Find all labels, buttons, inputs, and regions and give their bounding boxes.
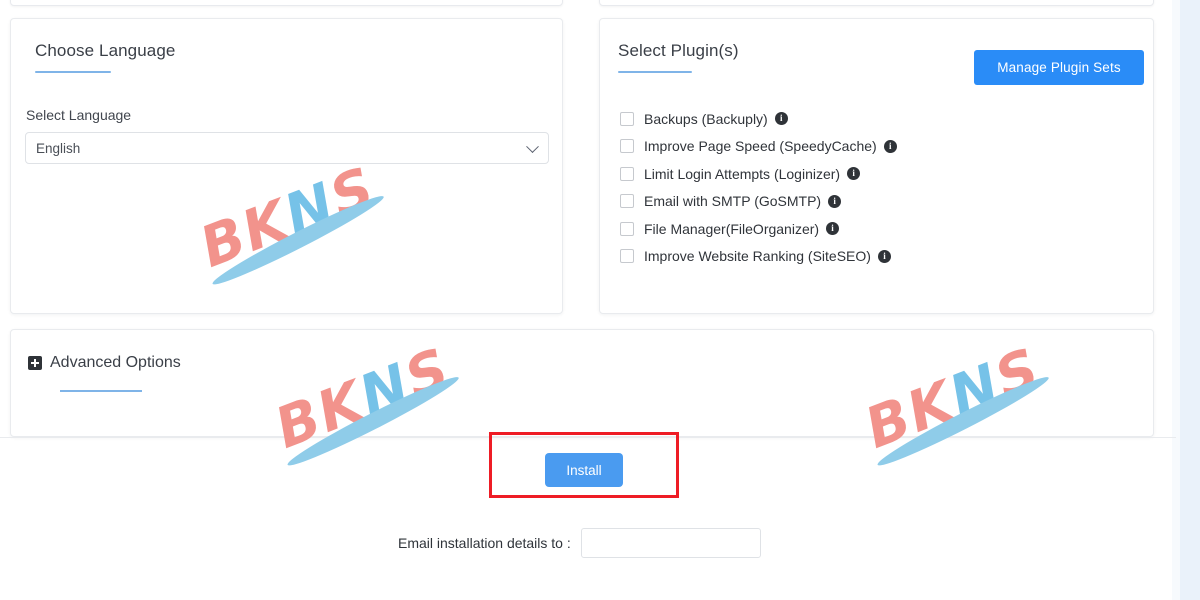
select-plugins-title: Select Plugin(s) (618, 41, 739, 60)
email-installation-label: Email installation details to : (398, 535, 571, 551)
advanced-options-header[interactable]: Advanced Options (28, 354, 181, 372)
plugin-checkbox-gosmtp[interactable] (620, 194, 634, 209)
info-icon[interactable]: i (828, 194, 842, 208)
watermark-bkns-1: BKNS (191, 155, 411, 328)
page-root: Choose Language Select Language English … (0, 0, 1200, 600)
plugin-label: Improve Page Speed (SpeedyCache) (644, 138, 877, 155)
plugin-row[interactable]: File Manager(FileOrganizer) i (620, 215, 1130, 243)
plugin-label: File Manager(FileOrganizer) (644, 220, 820, 237)
advanced-options-title: Advanced Options (50, 354, 181, 371)
plugin-checkbox-backuply[interactable] (620, 111, 634, 126)
chevron-down-icon (526, 140, 539, 154)
plugin-checkbox-speedycache[interactable] (620, 139, 634, 154)
watermark-letter: K (233, 187, 300, 265)
manage-plugin-sets-button[interactable]: Manage Plugin Sets (974, 50, 1144, 85)
select-plugins-underline (618, 71, 692, 73)
page-right-gutter (1172, 0, 1180, 600)
watermark-letter: N (275, 170, 345, 249)
plugin-row[interactable]: Improve Website Ranking (SiteSEO) i (620, 243, 1130, 271)
plugin-row[interactable]: Limit Login Attempts (Loginizer) i (620, 160, 1130, 188)
email-installation-row: Email installation details to : (398, 528, 761, 558)
watermark-letter: B (191, 204, 257, 281)
choose-language-card: Choose Language Select Language English … (10, 18, 563, 314)
info-icon[interactable]: i (826, 222, 840, 236)
plugin-row[interactable]: Backups (Backuply) i (620, 105, 1130, 133)
select-language-label: Select Language (26, 107, 132, 123)
language-select[interactable]: English (25, 132, 549, 164)
plugin-label: Improve Website Ranking (SiteSEO) (644, 248, 871, 265)
advanced-options-card[interactable]: Advanced Options (10, 329, 1154, 437)
watermark-letter: S (321, 155, 385, 231)
previous-card-stub-left (10, 0, 563, 6)
previous-card-stub-right (599, 0, 1154, 6)
info-icon[interactable]: i (847, 167, 861, 181)
info-icon[interactable]: i (774, 112, 788, 126)
choose-language-underline (35, 71, 111, 73)
plugin-checkbox-fileorganizer[interactable] (620, 221, 634, 236)
language-select-value: English (36, 140, 81, 156)
plugin-checkbox-siteseo[interactable] (620, 249, 634, 264)
plugin-row[interactable]: Email with SMTP (GoSMTP) i (620, 188, 1130, 216)
plugin-checkbox-loginizer[interactable] (620, 166, 634, 181)
plugin-label: Backups (Backuply) (644, 110, 768, 127)
plugin-label: Email with SMTP (GoSMTP) (644, 193, 822, 210)
select-plugins-card: Select Plugin(s) Manage Plugin Sets Back… (599, 18, 1154, 314)
info-icon[interactable]: i (883, 139, 897, 153)
plus-square-icon[interactable] (28, 356, 42, 370)
info-icon[interactable]: i (877, 249, 891, 263)
email-installation-input[interactable] (580, 528, 761, 558)
watermark-swoosh (208, 189, 388, 291)
install-button[interactable]: Install (545, 453, 623, 487)
plugin-row[interactable]: Improve Page Speed (SpeedyCache) i (620, 133, 1130, 161)
page-scrollbar-area[interactable] (1180, 0, 1200, 600)
advanced-options-underline (60, 390, 142, 392)
plugin-label: Limit Login Attempts (Loginizer) (644, 165, 841, 182)
choose-language-title: Choose Language (35, 41, 176, 60)
plugin-checkbox-list: Backups (Backuply) i Improve Page Speed … (620, 105, 1130, 270)
